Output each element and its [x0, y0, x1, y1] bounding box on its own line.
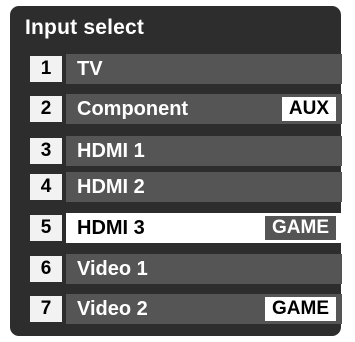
item-number-badge: 3	[30, 138, 62, 164]
item-tag-badge: GAME	[265, 216, 336, 240]
item-bar[interactable]: Component AUX	[66, 94, 342, 124]
item-bar[interactable]: Video 1	[66, 254, 342, 284]
item-number-badge: 1	[30, 56, 62, 82]
item-bar[interactable]: HDMI 2	[66, 172, 342, 202]
item-number-badge: 2	[30, 96, 62, 122]
item-number-badge: 6	[30, 256, 62, 282]
item-label: Video 1	[77, 258, 148, 280]
item-tag-badge: AUX	[281, 97, 336, 121]
item-number-badge: 7	[30, 296, 62, 322]
item-label: TV	[77, 58, 103, 80]
item-bar-selected[interactable]: HDMI 3 GAME	[66, 213, 342, 243]
item-bar[interactable]: HDMI 1	[66, 136, 342, 166]
item-number-badge: 4	[30, 174, 62, 200]
item-label: Video 2	[77, 298, 148, 320]
menu-title: Input select	[25, 16, 145, 39]
item-number-badge: 5	[30, 215, 62, 241]
item-bar[interactable]: TV	[66, 54, 342, 84]
item-bar[interactable]: Video 2 GAME	[66, 294, 342, 324]
item-label: HDMI 1	[77, 140, 145, 162]
item-label: HDMI 3	[77, 217, 145, 239]
input-select-menu: Input select 1 TV 2 Component AUX 3 HDMI…	[10, 6, 342, 336]
item-tag-badge: GAME	[265, 297, 336, 321]
item-label: HDMI 2	[77, 176, 145, 198]
item-label: Component	[77, 98, 189, 120]
